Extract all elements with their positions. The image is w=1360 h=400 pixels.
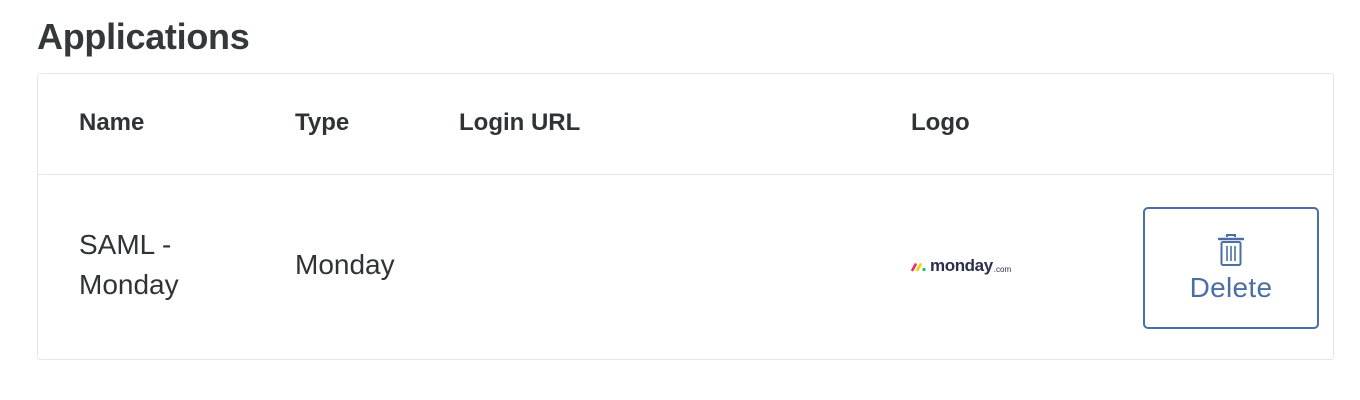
trash-icon	[1217, 233, 1245, 266]
column-header-name: Name	[79, 109, 145, 136]
column-header-logo: Logo	[911, 109, 970, 136]
table-header: Name Type Login URL Logo	[38, 74, 1333, 175]
application-logo: monday .com	[911, 255, 1011, 277]
logo-suffix: .com	[993, 264, 1012, 274]
column-header-type: Type	[295, 109, 350, 136]
column-header-login-url: Login URL	[459, 109, 581, 136]
application-type: Monday	[295, 249, 395, 280]
applications-table: Name Type Login URL Logo SAML - Monday M…	[37, 73, 1334, 360]
monday-logo-icon	[911, 263, 926, 272]
table-row: SAML - Monday Monday monday .com Delete	[38, 175, 1333, 360]
delete-button-label: Delete	[1189, 271, 1273, 303]
page-title: Applications	[37, 16, 250, 57]
application-name: SAML - Monday	[79, 229, 179, 300]
logo-wordmark: monday	[930, 256, 993, 275]
delete-button[interactable]: Delete	[1143, 207, 1319, 329]
